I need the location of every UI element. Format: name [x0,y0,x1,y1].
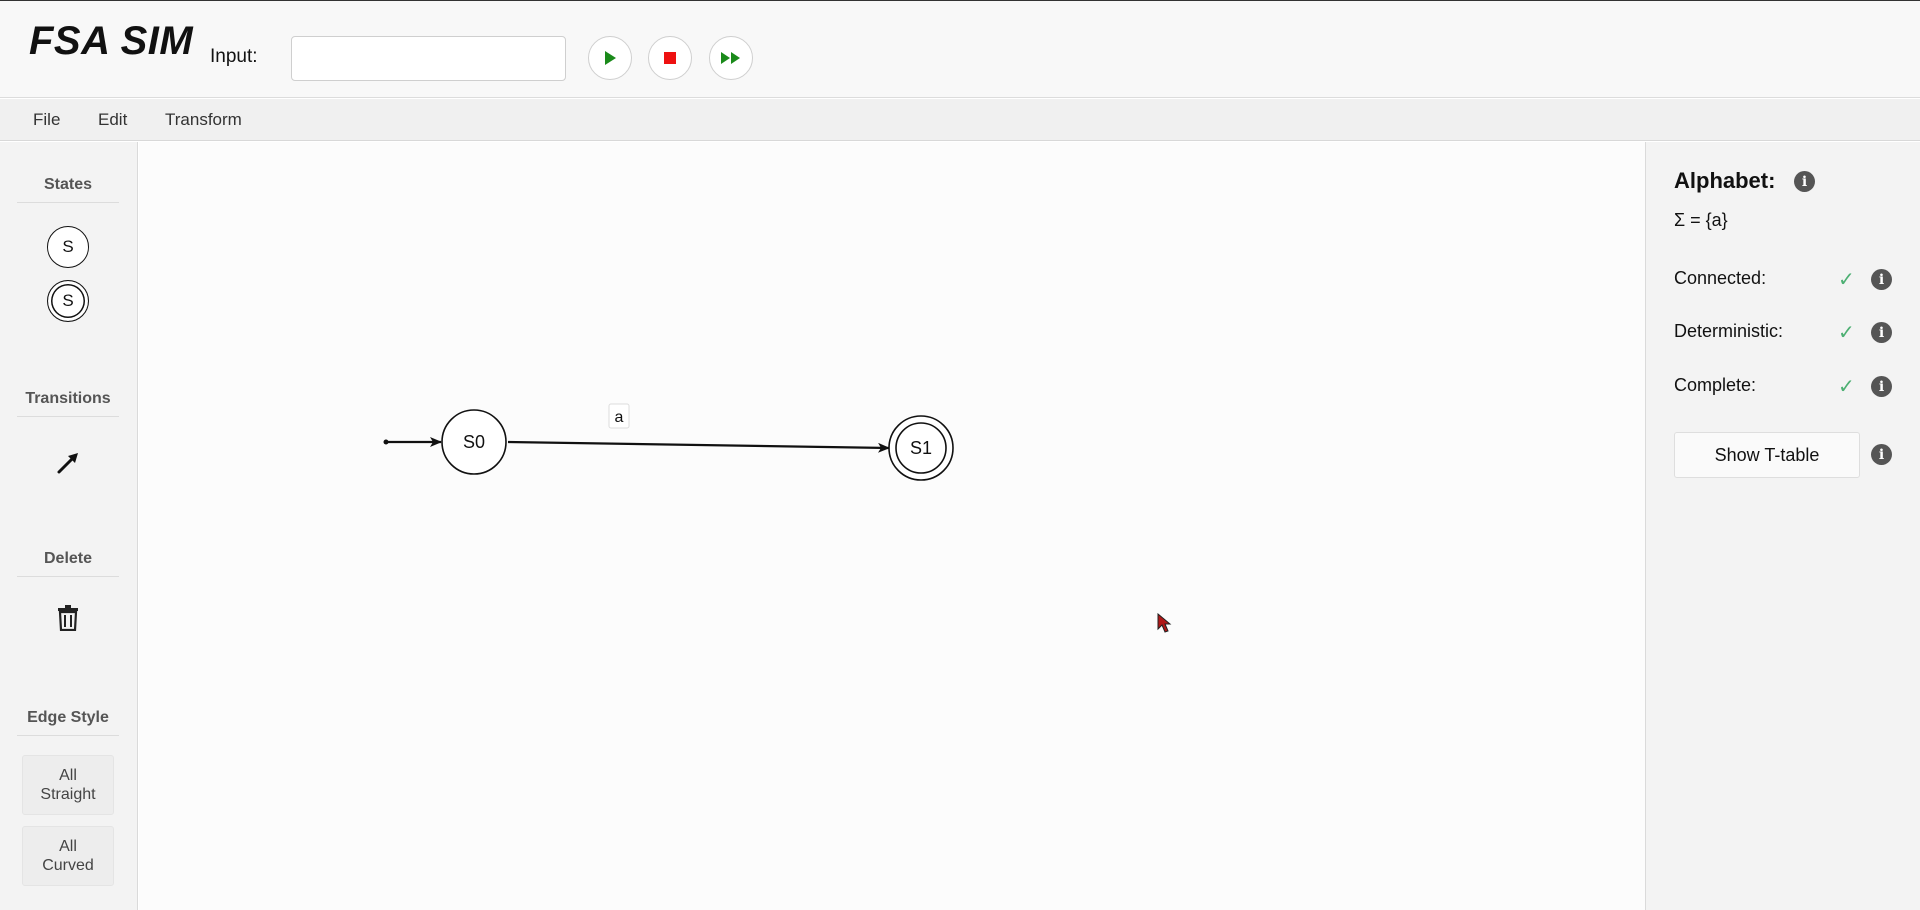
svg-text:S0: S0 [463,432,485,452]
stop-icon [664,52,676,64]
show-ttable-button[interactable]: Show T-table [1674,432,1860,478]
input-string-field[interactable] [291,36,566,81]
alphabet-title: Alphabet: [1674,168,1776,193]
stop-button[interactable] [648,36,692,80]
complete-info-icon[interactable]: i [1871,376,1892,397]
fast-forward-button[interactable] [709,36,753,80]
mouse-cursor-icon [1157,613,1172,633]
svg-text:S1: S1 [910,438,932,458]
diagonal-arrow-icon [57,453,78,474]
complete-check-icon: ✓ [1838,376,1855,398]
accept-state-node[interactable]: S1 [888,415,954,481]
transition-label[interactable]: a [608,403,630,429]
menu-transform[interactable]: Transform [165,110,242,130]
menu-bar: File Edit Transform [0,99,1920,141]
deterministic-label: Deterministic: [1674,321,1784,341]
fast-forward-icon [721,52,740,64]
automaton-diagram: a S0 S1 [383,403,954,481]
header-bar: FSA SIM Input: [0,0,1920,98]
automaton-canvas[interactable]: a S0 S1 [139,142,1645,910]
ttable-info-icon[interactable]: i [1871,444,1892,465]
all-curved-button[interactable]: All Curved [22,826,114,886]
input-label: Input: [210,46,258,67]
delete-tool[interactable] [54,604,82,632]
transitions-heading: Transitions [17,390,119,417]
alphabet-info-icon[interactable]: i [1794,171,1815,192]
connected-label: Connected: [1674,268,1767,288]
play-icon [605,51,616,65]
menu-edit[interactable]: Edit [98,110,127,130]
alphabet-set: Σ = {a} [1674,210,1728,230]
initial-arrow [383,437,442,447]
deterministic-info-icon[interactable]: i [1871,322,1892,343]
state-node[interactable]: S0 [441,409,507,475]
add-state-tool[interactable]: S [47,226,89,268]
all-straight-button[interactable]: All Straight [22,755,114,815]
add-transition-tool[interactable] [54,449,82,477]
menu-file[interactable]: File [33,110,60,130]
connected-info-icon[interactable]: i [1871,269,1892,290]
connected-check-icon: ✓ [1838,269,1855,291]
tool-sidebar: States S S Transitions Delete Edge Style… [0,142,138,910]
complete-label: Complete: [1674,375,1757,395]
edge-style-heading: Edge Style [17,709,119,736]
properties-panel: Alphabet: i Σ = {a} Connected: ✓ i Deter… [1645,142,1920,910]
states-heading: States [17,176,119,203]
trash-icon [58,605,78,631]
deterministic-check-icon: ✓ [1838,322,1855,344]
app-title: FSA SIM [29,19,194,63]
add-accept-state-tool[interactable]: S [47,280,89,322]
svg-text:a: a [615,409,624,426]
transition-edge[interactable] [507,440,890,453]
delete-heading: Delete [17,550,119,577]
run-button[interactable] [588,36,632,80]
